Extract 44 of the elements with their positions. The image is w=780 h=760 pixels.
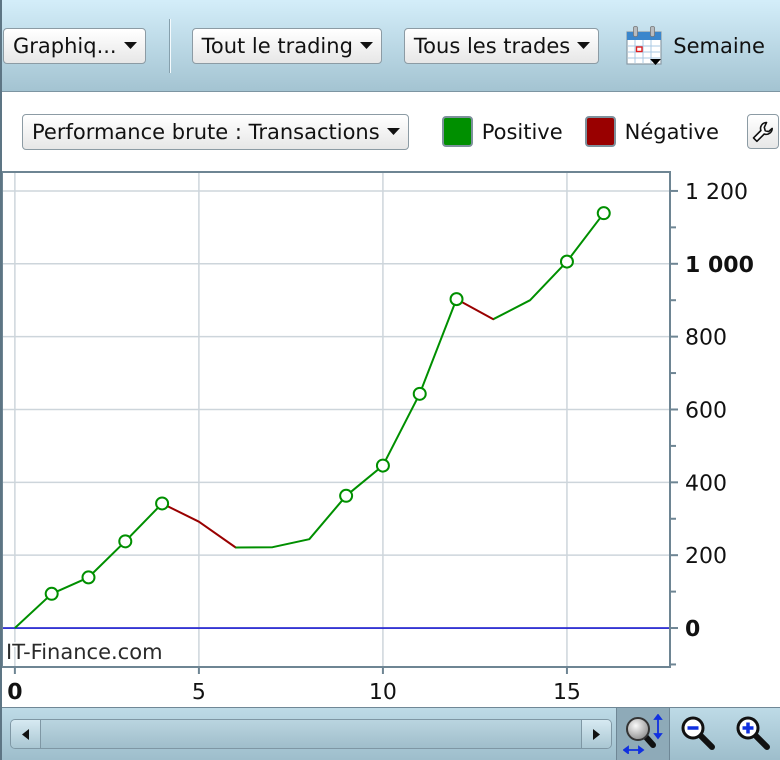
legend-label: Négative [624, 120, 719, 144]
chart-view-dropdown[interactable]: Graphiq... [3, 28, 146, 64]
y-axis-label: 600 [685, 398, 727, 424]
caret-down-icon [124, 42, 137, 49]
settings-button[interactable] [747, 114, 779, 149]
x-axis-label: 15 [552, 680, 581, 705]
scroll-right-button[interactable] [581, 720, 611, 748]
point-marker [376, 458, 390, 473]
point-marker [596, 206, 611, 220]
caret-left-icon [22, 728, 29, 740]
point-marker [412, 386, 427, 401]
caret-down-icon [360, 42, 373, 49]
point-marker [118, 534, 132, 548]
filter-dropdown[interactable]: Tout le trading [192, 28, 382, 64]
caret-down-icon [577, 42, 590, 49]
point-marker [155, 496, 170, 510]
metric-dropdown[interactable]: Performance brute : Transactions [22, 114, 409, 150]
caret-down-icon [386, 128, 400, 135]
x-axis-label: 10 [368, 680, 397, 705]
scroll-left-button[interactable] [11, 720, 41, 748]
y-axis-label: 0 [685, 617, 700, 642]
scrollbar[interactable] [10, 719, 612, 749]
zoom-fit-button[interactable] [616, 708, 670, 760]
period-label: Semaine [673, 34, 765, 58]
magnifier-arrows-icon [623, 714, 663, 754]
x-axis-label: 0 [7, 680, 23, 705]
brand-label: IT-Finance.com [6, 640, 163, 664]
y-axis-label: 200 [685, 544, 727, 570]
point-marker [339, 488, 354, 503]
y-axis-label: 400 [685, 471, 727, 496]
calendar-icon[interactable] [626, 26, 662, 66]
y-axis-label: 1 000 [685, 252, 754, 278]
filter-dropdown[interactable]: Tous les trades [404, 28, 600, 64]
caret-right-icon [593, 728, 600, 740]
point-marker [560, 254, 574, 269]
point-marker [450, 292, 464, 306]
scrollbar-thumb[interactable] [41, 720, 581, 748]
y-axis-label: 1 200 [685, 180, 748, 205]
point-marker [44, 586, 59, 601]
y-axis-label: 800 [685, 326, 727, 351]
legend-label: Positive [482, 120, 563, 144]
wrench-icon [751, 120, 775, 144]
x-axis-label: 5 [192, 680, 206, 705]
point-marker [82, 570, 96, 584]
